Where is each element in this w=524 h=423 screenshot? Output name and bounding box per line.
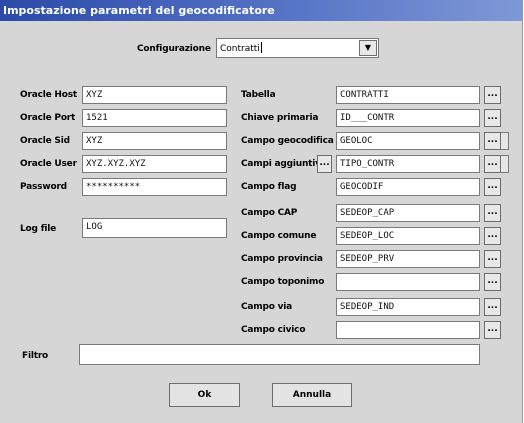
password-input[interactable]: ********** [82,178,227,196]
campo-comune-label: Campo comune [241,231,317,241]
title-bar[interactable]: Impostazione parametri del geocodificato… [0,0,523,21]
dialog-window: Impostazione parametri del geocodificato… [0,0,523,423]
password-label: Password [20,182,67,192]
text-cursor [260,42,262,53]
chiave-primaria-browse-button[interactable]: ... [484,109,501,127]
campo-flag-input[interactable]: GEOCODIF [336,178,480,196]
campo-comune-input[interactable]: SEDEOP_LOC [336,227,480,245]
campo-civico-input[interactable] [336,321,480,339]
campo-provincia-browse-button[interactable]: ... [484,250,501,268]
campo-cap-label: Campo CAP [241,208,298,218]
oracle-host-input[interactable]: XYZ [82,86,227,104]
oracle-port-input[interactable]: 1521 [82,109,227,127]
campi-aggiuntivi-small-browse-button[interactable]: ... [317,155,332,173]
campi-aggiuntivi-extra-button[interactable] [501,155,509,173]
campo-civico-browse-button[interactable]: ... [484,321,501,339]
tabella-input[interactable]: CONTRATTI [336,86,480,104]
window-title: Impostazione parametri del geocodificato… [3,4,275,17]
oracle-sid-label: Oracle Sid [20,136,70,146]
campi-aggiuntivi-input[interactable]: TIPO_CONTR [336,155,480,173]
campo-cap-browse-button[interactable]: ... [484,204,501,222]
annulla-button[interactable]: Annulla [272,383,352,407]
tabella-browse-button[interactable]: ... [484,86,501,104]
oracle-host-label: Oracle Host [20,90,77,100]
oracle-sid-input[interactable]: XYZ [82,132,227,150]
filtro-label: Filtro [22,351,49,361]
campo-provincia-input[interactable]: SEDEOP_PRV [336,250,480,268]
campo-via-label: Campo via [241,302,293,312]
campo-geocodifica-label: Campo geocodifica [241,136,334,146]
campo-geocodifica-input[interactable]: GEOLOC [336,132,480,150]
campo-geocodifica-extra-button[interactable] [501,132,509,150]
campo-via-browse-button[interactable]: ... [484,298,501,316]
campi-aggiuntivi-label: Campi aggiuntivi [241,159,324,169]
log-file-label: Log file [20,224,57,234]
chiave-primaria-label: Chiave primaria [241,113,319,123]
campo-flag-label: Campo flag [241,182,297,192]
campo-flag-browse-button[interactable]: ... [484,178,501,196]
campo-toponimo-label: Campo toponimo [241,277,325,287]
campo-cap-input[interactable]: SEDEOP_CAP [336,204,480,222]
chiave-primaria-input[interactable]: ID___CONTR [336,109,480,127]
configurazione-label: Configurazione [137,44,211,54]
filtro-input[interactable] [79,344,480,365]
oracle-port-label: Oracle Port [20,113,76,123]
campi-aggiuntivi-browse-button[interactable]: ... [484,155,501,173]
campo-toponimo-input[interactable] [336,273,480,291]
log-file-input[interactable]: LOG [82,218,227,238]
campo-geocodifica-browse-button[interactable]: ... [484,132,501,150]
campo-provincia-label: Campo provincia [241,254,323,264]
campo-comune-browse-button[interactable]: ... [484,227,501,245]
configurazione-value: Contratti [220,44,260,54]
tabella-label: Tabella [241,90,276,100]
campo-via-input[interactable]: SEDEOP_IND [336,298,480,316]
ok-button[interactable]: Ok [169,383,240,407]
chevron-down-icon[interactable]: ▼ [359,40,377,56]
oracle-user-input[interactable]: XYZ.XYZ.XYZ [82,155,227,173]
configurazione-select[interactable]: Contratti ▼ [216,38,379,58]
oracle-user-label: Oracle User [20,159,77,169]
campo-civico-label: Campo civico [241,325,306,335]
campo-toponimo-browse-button[interactable]: ... [484,273,501,291]
